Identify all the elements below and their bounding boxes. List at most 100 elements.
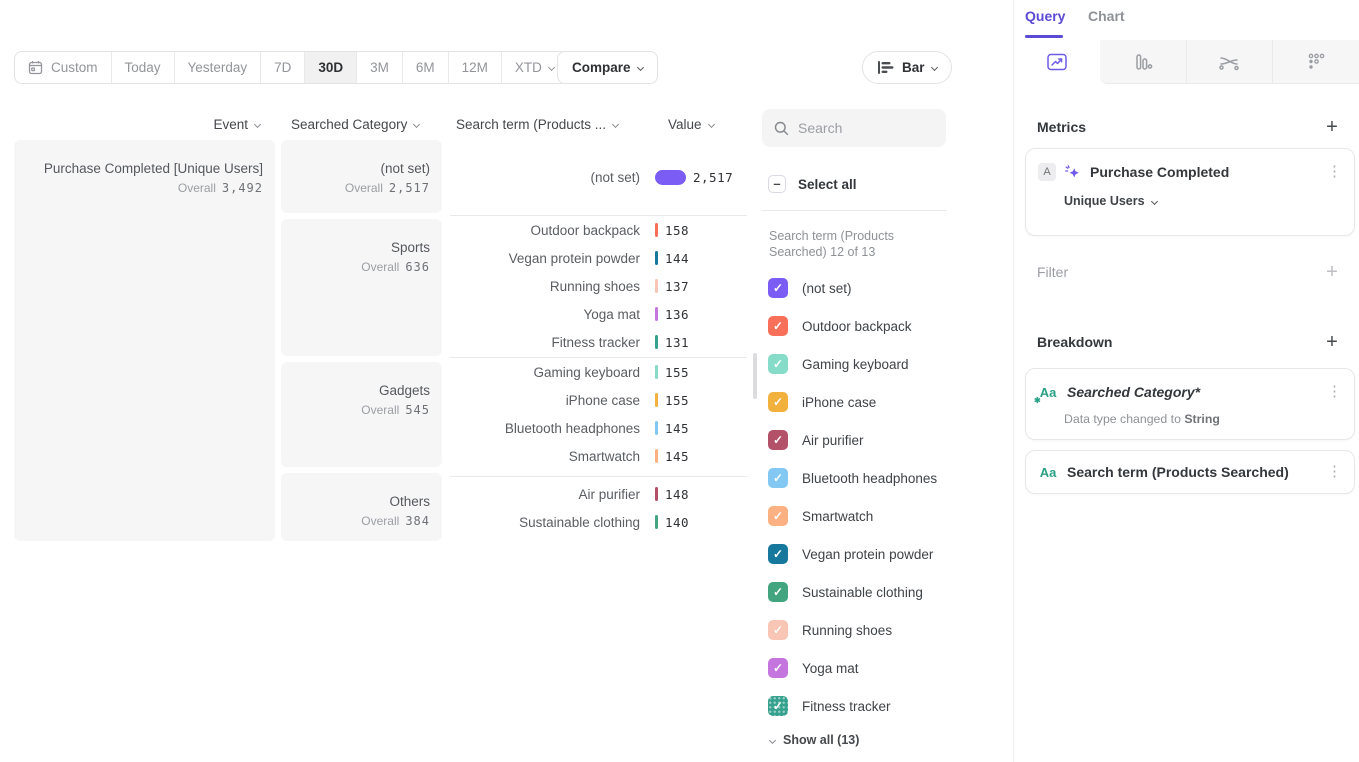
kebab-menu-icon[interactable]: ⋮: [1327, 385, 1342, 399]
table-row[interactable]: Bluetooth headphones 145: [450, 414, 747, 442]
chevron-down-icon: [1151, 197, 1158, 204]
checkbox[interactable]: ✓: [768, 506, 788, 526]
legend-item[interactable]: ✓ iPhone case: [768, 392, 876, 412]
breakdown-property-name: Searched Category*: [1067, 384, 1200, 400]
chevron-down-icon: [636, 64, 643, 71]
legend-item[interactable]: ✓ Air purifier: [768, 430, 864, 450]
add-filter-button[interactable]: +: [1322, 263, 1342, 283]
column-header-searched-category[interactable]: Searched Category: [291, 117, 419, 132]
legend-list-label: Search term (Products Searched) 12 of 13: [769, 228, 941, 260]
insights-report: Custom Today Yesterday 7D 30D 3M 6M 12M …: [0, 0, 1359, 762]
legend-item[interactable]: ✓ Outdoor backpack: [768, 316, 912, 336]
search-input[interactable]: [798, 120, 928, 136]
chart-type-button[interactable]: Bar: [862, 51, 952, 84]
breakdown-card-searched-category[interactable]: Aa✱ Searched Category* ⋮ Data type chang…: [1025, 368, 1355, 440]
checkbox[interactable]: ✓: [768, 620, 788, 640]
legend-item[interactable]: ✓ Sustainable clothing: [768, 582, 923, 602]
date-range-yesterday[interactable]: Yesterday: [174, 52, 261, 83]
date-range-30d[interactable]: 30D: [304, 52, 356, 83]
tab-flows[interactable]: [1186, 40, 1273, 84]
legend-item[interactable]: ✓ Smartwatch: [768, 506, 873, 526]
table-row[interactable]: iPhone case 155: [450, 386, 747, 414]
date-range-6m[interactable]: 6M: [402, 52, 448, 83]
compare-button[interactable]: Compare: [557, 51, 658, 84]
date-range-today[interactable]: Today: [111, 52, 174, 83]
series-badge: A: [1038, 163, 1056, 181]
table-row[interactable]: Outdoor backpack 158: [450, 216, 747, 244]
kebab-menu-icon[interactable]: ⋮: [1327, 465, 1342, 479]
table-row[interactable]: Smartwatch 145: [450, 442, 747, 470]
value-bar: [655, 170, 686, 185]
table-row[interactable]: (not set) 2,517: [450, 163, 747, 191]
column-header-search-term[interactable]: Search term (Products ...: [456, 117, 618, 132]
select-all-checkbox[interactable]: –: [768, 175, 786, 193]
add-metric-button[interactable]: +: [1322, 118, 1342, 138]
checkbox[interactable]: ✓: [768, 316, 788, 336]
table-row[interactable]: Air purifier 148: [450, 480, 747, 508]
column-header-value[interactable]: Value: [668, 117, 714, 132]
date-range-12m[interactable]: 12M: [448, 52, 501, 83]
checkbox[interactable]: ✓: [768, 392, 788, 412]
table-row[interactable]: Yoga mat 136: [450, 300, 747, 328]
category-cell-not-set[interactable]: (not set) Overall2,517: [281, 140, 442, 213]
date-range-7d[interactable]: 7D: [260, 52, 304, 83]
tab-insights[interactable]: [1014, 40, 1100, 84]
flows-icon: [1217, 51, 1241, 73]
column-header-event[interactable]: Event: [160, 117, 260, 132]
value-bar: [655, 279, 658, 293]
panel-divider: [1013, 0, 1014, 762]
checkbox[interactable]: ✓: [768, 658, 788, 678]
legend-item[interactable]: ✓ Bluetooth headphones: [768, 468, 937, 488]
filter-title: Filter: [1037, 264, 1068, 280]
add-breakdown-button[interactable]: +: [1322, 333, 1342, 353]
table-row[interactable]: Sustainable clothing 140: [450, 508, 747, 536]
legend-item[interactable]: ✓ Running shoes: [768, 620, 892, 640]
group-divider: [450, 476, 747, 477]
legend-item[interactable]: ✓ (not set): [768, 278, 852, 298]
checkbox[interactable]: ✓: [768, 278, 788, 298]
select-all-label: Select all: [798, 177, 857, 192]
category-cell-others[interactable]: Others Overall384: [281, 473, 442, 541]
category-cell-sports[interactable]: Sports Overall636: [281, 219, 442, 356]
checkbox[interactable]: ✓: [768, 696, 788, 716]
legend-divider: [762, 210, 947, 211]
metric-card[interactable]: A Purchase Completed ⋮ Unique Users: [1025, 148, 1355, 236]
calendar-icon: [28, 60, 43, 75]
tab-chart[interactable]: Chart: [1088, 8, 1125, 24]
select-all-row[interactable]: – Select all: [768, 175, 857, 193]
checkbox[interactable]: ✓: [768, 354, 788, 374]
show-all-button[interactable]: Show all (13): [770, 733, 859, 747]
legend-item[interactable]: ✓ Yoga mat: [768, 658, 859, 678]
checkbox[interactable]: ✓: [768, 582, 788, 602]
tab-query[interactable]: Query: [1025, 8, 1065, 24]
tab-retention[interactable]: [1272, 40, 1359, 84]
date-range-3m[interactable]: 3M: [356, 52, 402, 83]
table-row[interactable]: Vegan protein powder 144: [450, 244, 747, 272]
measure-dropdown[interactable]: Unique Users: [1064, 194, 1354, 208]
event-cell[interactable]: Purchase Completed [Unique Users] Overal…: [14, 140, 275, 541]
event-name: Purchase Completed [Unique Users]: [26, 160, 263, 177]
value-bar: [655, 449, 658, 463]
insights-icon: [1046, 51, 1068, 73]
tab-funnels[interactable]: [1100, 40, 1186, 84]
checkbox[interactable]: ✓: [768, 430, 788, 450]
date-range-custom[interactable]: Custom: [15, 52, 111, 83]
funnels-icon: [1132, 51, 1154, 73]
legend-item[interactable]: ✓ Gaming keyboard: [768, 354, 909, 374]
legend-item[interactable]: ✓ Fitness tracker: [768, 696, 891, 716]
checkbox[interactable]: ✓: [768, 544, 788, 564]
kebab-menu-icon[interactable]: ⋮: [1327, 165, 1342, 179]
legend-item[interactable]: ✓ Vegan protein powder: [768, 544, 933, 564]
table-row[interactable]: Fitness tracker 131: [450, 328, 747, 356]
table-row[interactable]: Gaming keyboard 155: [450, 358, 747, 386]
legend-search[interactable]: [762, 109, 946, 147]
breakdown-card-search-term[interactable]: Aa Search term (Products Searched) ⋮: [1025, 450, 1355, 494]
category-cell-gadgets[interactable]: Gadgets Overall545: [281, 362, 442, 467]
string-property-icon: Aa: [1038, 463, 1058, 481]
active-tab-underline: [1025, 35, 1063, 38]
search-icon: [774, 121, 789, 136]
checkbox[interactable]: ✓: [768, 468, 788, 488]
vertical-scrollbar[interactable]: [753, 353, 757, 399]
value-bar: [655, 421, 658, 435]
table-row[interactable]: Running shoes 137: [450, 272, 747, 300]
